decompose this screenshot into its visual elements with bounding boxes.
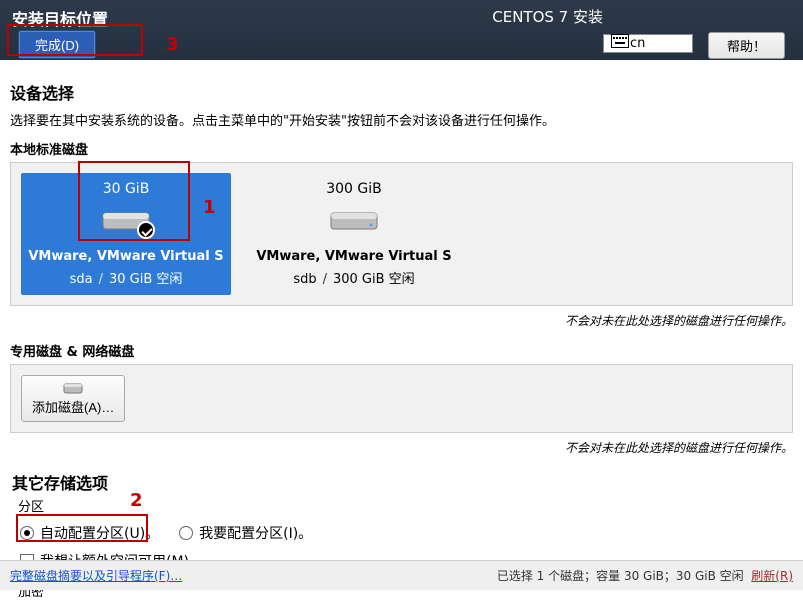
disk-free: 30 GiB 空闲 <box>109 272 182 287</box>
annotation-label-3: 3 <box>166 34 179 55</box>
radio-manual-partition[interactable]: 我要配置分区(I)。 <box>179 523 312 543</box>
full-disk-summary-link[interactable]: 完整磁盘摘要以及引导程序(F)… <box>10 567 182 584</box>
refresh-link[interactable]: 刷新(R) <box>751 569 793 583</box>
special-disks-row: 添加磁盘(A)… <box>10 364 793 433</box>
disk-dev: sda <box>70 272 93 287</box>
disk-name: VMware, VMware Virtual S <box>27 249 225 264</box>
radio-auto-partition[interactable]: 自动配置分区(U)。 <box>20 523 159 543</box>
done-button[interactable]: 完成(D) <box>18 30 96 59</box>
local-disks-heading: 本地标准磁盘 <box>10 139 793 158</box>
radio-label: 自动配置分区(U)。 <box>40 523 159 543</box>
release-title: CENTOS 7 安装 <box>492 6 603 27</box>
help-button[interactable]: 帮助！ <box>708 32 785 59</box>
hdd-icon <box>329 205 379 235</box>
footer-bar: 完整磁盘摘要以及引导程序(F)… 已选择 1 个磁盘；容量 30 GiB；30 … <box>0 560 803 590</box>
annotation-label-1: 1 <box>203 197 216 218</box>
special-disks-heading: 专用磁盘 & 网络磁盘 <box>10 341 793 360</box>
disk-meta: sdb/300 GiB 空闲 <box>255 268 453 287</box>
selection-status: 已选择 1 个磁盘；容量 30 GiB；30 GiB 空闲 刷新(R) <box>497 567 793 584</box>
add-disk-icon <box>63 381 83 395</box>
disk-size: 30 GiB <box>27 177 225 199</box>
disk-free: 300 GiB 空闲 <box>333 272 415 287</box>
check-icon <box>137 221 155 239</box>
radio-icon <box>20 526 34 540</box>
unselected-note: 不会对未在此处选择的磁盘进行任何操作。 <box>10 312 793 329</box>
disk-tile-sdb[interactable]: 300 GiB VMware, VMware Virtual S sdb/300… <box>249 173 459 295</box>
header-bar: 安装目标位置 完成(D) 3 CENTOS 7 安装 cn 帮助！ <box>0 0 803 60</box>
device-selection-instruction: 选择要在其中安装系统的设备。点击主菜单中的"开始安装"按钮前不会对该设备进行任何… <box>10 110 793 129</box>
add-disk-label: 添加磁盘(A)… <box>32 397 114 416</box>
status-text: 已选择 1 个磁盘；容量 30 GiB；30 GiB 空闲 <box>497 569 744 583</box>
add-disk-button[interactable]: 添加磁盘(A)… <box>21 375 125 422</box>
radio-label: 我要配置分区(I)。 <box>199 523 312 543</box>
disk-name: VMware, VMware Virtual S <box>255 249 453 264</box>
local-disks-row: 1 30 GiB VMware, VMware Virtual S sda/30… <box>10 162 793 306</box>
keyboard-icon <box>611 34 629 48</box>
hdd-icon <box>101 205 151 235</box>
main-content: 设备选择 选择要在其中安装系统的设备。点击主菜单中的"开始安装"按钮前不会对该设… <box>0 60 803 604</box>
unselected-note-2: 不会对未在此处选择的磁盘进行任何操作。 <box>10 439 793 456</box>
page-title: 安装目标位置 <box>12 6 108 30</box>
radio-icon <box>179 526 193 540</box>
annotation-label-2: 2 <box>130 490 143 511</box>
disk-meta: sda/30 GiB 空闲 <box>27 268 225 287</box>
disk-size: 300 GiB <box>255 177 453 199</box>
disk-tile-sda[interactable]: 30 GiB VMware, VMware Virtual S sda/30 G… <box>21 173 231 295</box>
disk-dev: sdb <box>293 272 316 287</box>
device-selection-heading: 设备选择 <box>10 80 793 104</box>
